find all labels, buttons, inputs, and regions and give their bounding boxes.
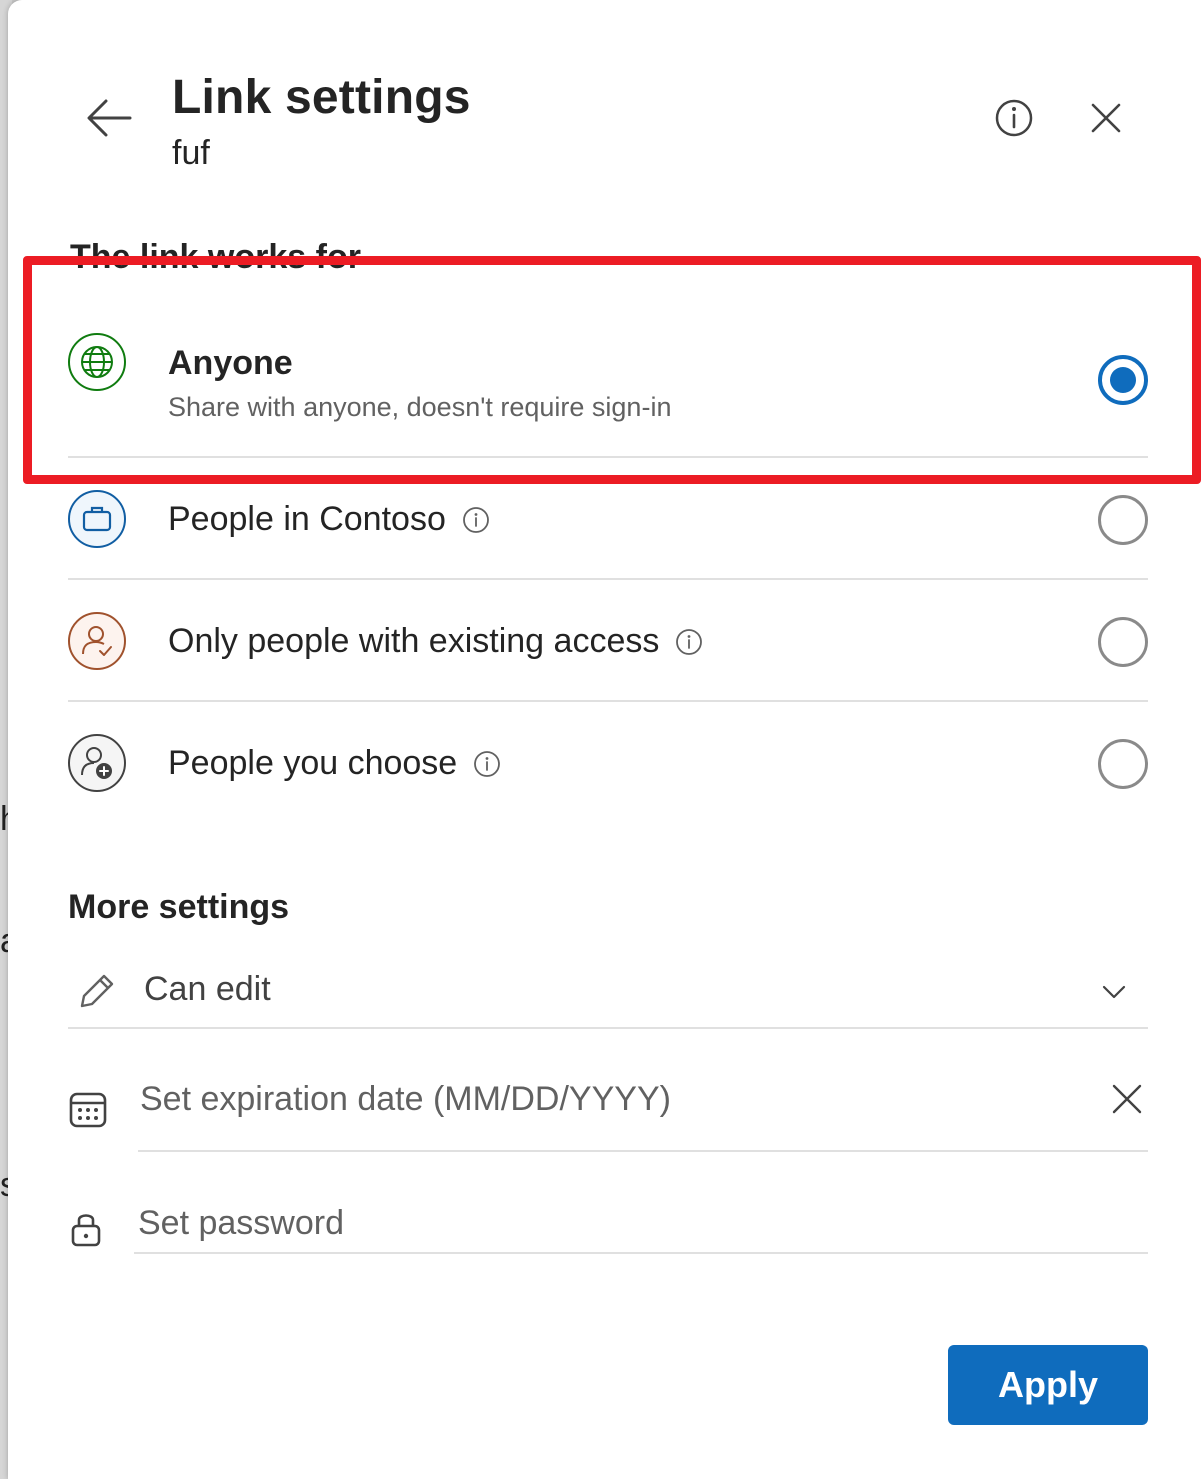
info-icon [995,99,1033,137]
chevron-down-icon [1102,985,1126,999]
info-icon[interactable] [675,628,703,656]
option-label-text: People you choose [168,744,458,782]
more-settings-heading: More settings [68,888,290,926]
password-placeholder: Set password [138,1204,344,1242]
info-button[interactable] [990,94,1040,144]
divider [134,1252,1148,1254]
person-check-icon [68,612,126,670]
briefcase-icon [68,490,126,548]
option-people-in-org[interactable]: People in Contoso [68,488,1148,552]
link-settings-dialog: Link settings fuf The link works for Any… [8,0,1202,1479]
option-specific-people[interactable]: People you choose [68,732,1148,796]
option-label: Only people with existing access [168,622,703,661]
radio-existing-access[interactable] [1098,617,1148,667]
radio-people-in-org[interactable] [1098,495,1148,545]
divider [68,1027,1148,1029]
close-icon [1091,103,1121,133]
option-label: People in Contoso [168,500,490,539]
dialog-title: Link settings [172,71,471,124]
pencil-icon [80,974,114,1008]
expiration-placeholder: Set expiration date (MM/DD/YYYY) [140,1080,671,1118]
option-existing-access[interactable]: Only people with existing access [68,610,1148,674]
password-input[interactable]: Set password [138,1204,1138,1252]
divider [68,700,1148,702]
lock-icon [71,1214,101,1247]
radio-specific-people[interactable] [1098,739,1148,789]
info-icon[interactable] [462,506,490,534]
option-label-text: Only people with existing access [168,622,660,660]
apply-button[interactable]: Apply [948,1345,1148,1425]
arrow-left-icon [87,99,132,137]
person-add-icon [68,734,126,792]
clear-expiration-button[interactable] [1108,1080,1148,1120]
highlight-box [23,256,1201,484]
info-icon[interactable] [473,750,501,778]
close-button[interactable] [1082,94,1132,144]
permission-label: Can edit [144,970,271,1008]
option-label: People you choose [168,744,501,783]
divider [68,578,1148,580]
divider [138,1150,1148,1152]
file-name: fuf [172,134,210,172]
option-label-text: People in Contoso [168,500,446,538]
calendar-icon [69,1092,107,1128]
permission-dropdown[interactable]: Can edit [68,962,1148,1028]
expiration-date-input[interactable]: Set expiration date (MM/DD/YYYY) [140,1080,1100,1130]
back-button[interactable] [80,92,142,148]
close-icon [1112,1084,1142,1114]
